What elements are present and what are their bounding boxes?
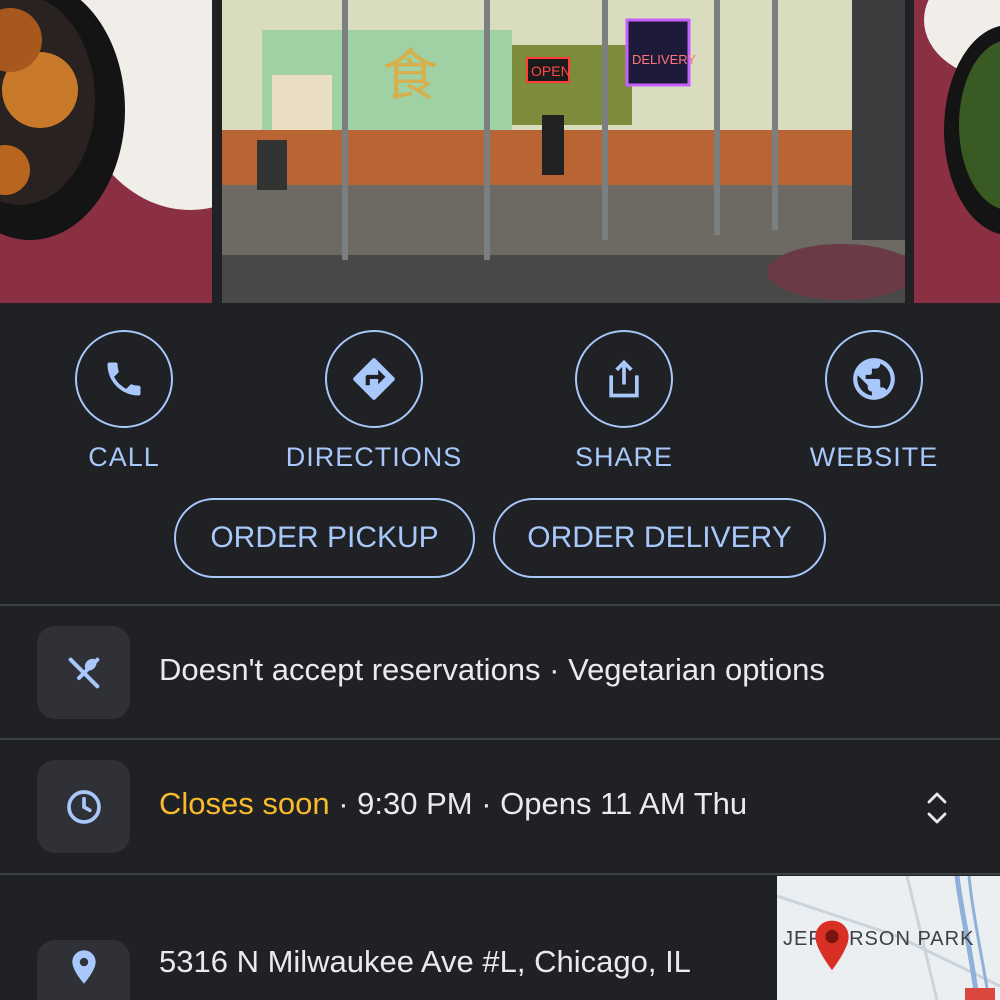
directions-circle[interactable] — [325, 330, 423, 428]
address-text: 5316 N Milwaukee Ave #L, Chicago, IL — [159, 944, 691, 979]
map-pin-icon — [815, 920, 849, 971]
share-button[interactable]: SHARE — [514, 330, 734, 473]
restaurant-icon — [68, 657, 99, 688]
divider — [0, 604, 1000, 606]
share-icon — [609, 359, 639, 398]
call-button[interactable]: CALL — [14, 330, 234, 473]
globe-icon — [853, 358, 895, 400]
website-circle[interactable] — [825, 330, 923, 428]
directions-icon — [353, 358, 395, 400]
hours-row[interactable]: Closes soon · 9:30 PM · Opens 11 AM Thu — [0, 760, 1000, 853]
website-label: WEBSITE — [809, 442, 939, 472]
map-neighborhood-label: JEFFERSON PARK — [783, 928, 975, 950]
restaurant-icon-tile — [37, 626, 130, 719]
website-button[interactable]: WEBSITE — [764, 330, 984, 473]
amenities-row[interactable]: Doesn't accept reservations · Vegetarian… — [0, 626, 1000, 719]
food-photo-left[interactable] — [0, 0, 212, 303]
storefront-photo[interactable]: 食 OPEN DELIVERY — [222, 0, 905, 303]
delivery-sign: DELIVERY — [632, 52, 696, 67]
location-pin-icon — [71, 949, 96, 984]
food-photo-right[interactable] — [914, 0, 1000, 303]
call-label: CALL — [88, 442, 160, 472]
divider — [0, 738, 1000, 740]
directions-label: DIRECTIONS — [285, 442, 463, 472]
open-sign: OPEN — [531, 63, 571, 79]
call-circle[interactable] — [75, 330, 173, 428]
phone-icon — [107, 362, 141, 396]
svg-text:食: 食 — [382, 44, 438, 109]
action-buttons: CALL DIRECTIONS SHARE WEBSITE — [0, 330, 1000, 480]
location-icon-tile — [37, 940, 130, 1000]
expand-icon[interactable] — [924, 788, 950, 828]
share-circle[interactable] — [575, 330, 673, 428]
clock-icon-tile — [37, 760, 130, 853]
order-pickup-button[interactable]: ORDER PICKUP — [174, 498, 475, 578]
hours-text: Closes soon · 9:30 PM · Opens 11 AM Thu — [159, 786, 747, 822]
clock-icon — [66, 789, 101, 824]
mini-map[interactable]: JEFFERSON PARK — [777, 876, 1000, 1000]
hours-status: Closes soon — [159, 786, 330, 821]
amenities-text: Doesn't accept reservations · Vegetarian… — [159, 652, 825, 687]
share-label: SHARE — [574, 442, 674, 472]
divider — [0, 873, 1000, 875]
hours-detail: · 9:30 PM · Opens 11 AM Thu — [329, 786, 748, 821]
directions-button[interactable]: DIRECTIONS — [264, 330, 484, 473]
order-delivery-button[interactable]: ORDER DELIVERY — [493, 498, 826, 578]
photo-strip: 食 OPEN DELIVERY — [0, 0, 1000, 303]
